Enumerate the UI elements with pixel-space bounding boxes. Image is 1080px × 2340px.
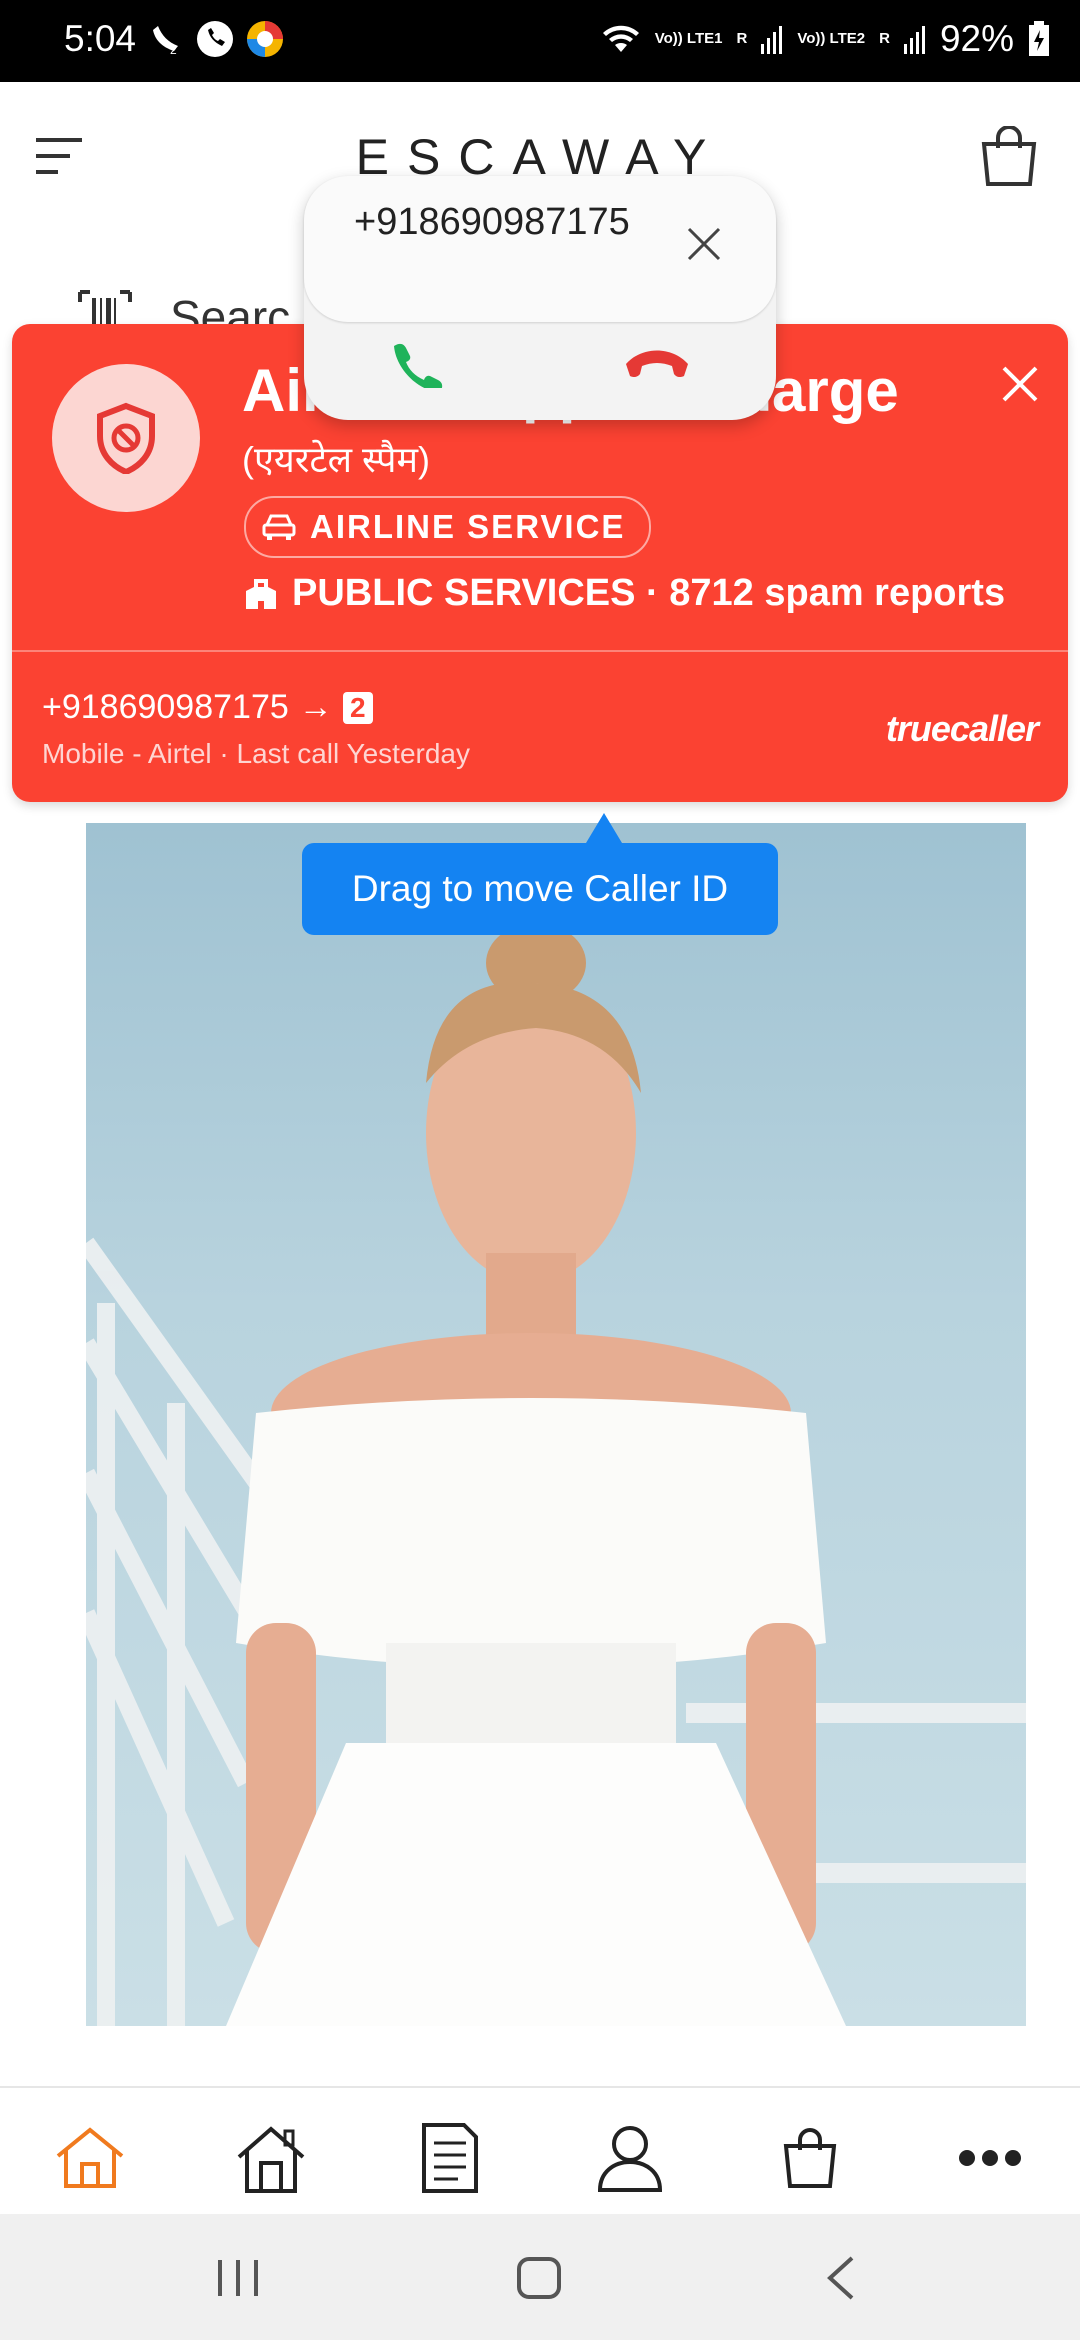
phone-decline-icon <box>626 350 688 378</box>
caller-category: PUBLIC SERVICES · 8712 spam reports <box>244 572 1005 615</box>
spam-shield-icon <box>97 402 155 474</box>
recent-apps-icon[interactable] <box>216 2258 260 2303</box>
system-nav-bar <box>0 2214 1080 2340</box>
battery-charging-icon <box>1029 21 1049 56</box>
document-icon[interactable] <box>410 2118 490 2198</box>
roaming-2: R <box>879 30 890 47</box>
caller-number-row: +918690987175 → 2 <box>42 688 373 727</box>
signal-1-icon <box>761 26 783 54</box>
spam-avatar <box>52 364 200 512</box>
battery-percent: 92% <box>939 18 1014 59</box>
notification-icons: 2 <box>150 20 284 58</box>
roaming-1: R <box>736 30 748 47</box>
user-icon[interactable] <box>590 2118 670 2198</box>
divider <box>12 650 1068 652</box>
caller-subtitle: (एयरटेल स्पैम) <box>242 439 431 480</box>
accept-call-button[interactable] <box>386 338 452 393</box>
bottom-nav <box>0 2086 1080 2216</box>
service-tag: AIRLINE SERVICE <box>244 496 652 558</box>
incoming-number: +918690987175 <box>354 201 630 243</box>
caller-meta: Mobile - Airtel · Last call Yesterday <box>42 738 470 769</box>
arrow-right-icon: → <box>298 688 333 726</box>
sim1-label: Vo)) LTE1 <box>654 30 723 47</box>
tooltip-arrow <box>586 813 622 843</box>
browser-app-icon <box>247 21 283 57</box>
phone-accept-icon <box>394 343 443 392</box>
home-button-icon[interactable] <box>516 2256 562 2305</box>
sim2-indicator: Vo)) LTE2 <box>797 31 865 47</box>
more-icon[interactable] <box>950 2118 1030 2198</box>
service-tag-label: AIRLINE SERVICE <box>310 508 626 545</box>
signal-2-icon <box>903 26 925 54</box>
wifi-icon <box>602 25 639 52</box>
sim2-label: Vo)) LTE2 <box>797 30 866 47</box>
phone-app-icon <box>197 21 233 57</box>
product-image[interactable] <box>86 823 1026 2026</box>
decline-call-button[interactable] <box>622 344 692 385</box>
cart-icon[interactable] <box>980 125 1038 191</box>
home-active-icon[interactable] <box>50 2118 130 2198</box>
house-icon[interactable] <box>231 2118 311 2198</box>
truecaller-logo: truecaller <box>885 708 1039 749</box>
tooltip-text: Drag to move Caller ID <box>351 868 729 909</box>
sim1-indicator: Vo)) LTE1 <box>655 31 723 47</box>
product-photo <box>86 923 1026 2026</box>
building-icon <box>246 578 276 609</box>
incoming-call-popup[interactable]: +918690987175 <box>304 176 776 420</box>
sim-slot-badge: 2 <box>342 691 373 724</box>
caller-number: +918690987175 <box>42 688 289 726</box>
wifi-call-icon: 2 <box>153 26 178 56</box>
dismiss-call-icon[interactable] <box>686 226 722 267</box>
car-icon <box>262 514 296 540</box>
bag-icon[interactable] <box>770 2118 850 2198</box>
status-time: 5:04 <box>64 18 137 59</box>
status-right: Vo)) LTE1 R Vo)) LTE2 R 92% <box>601 18 1050 60</box>
close-icon[interactable] <box>1000 364 1040 409</box>
back-icon[interactable] <box>826 2256 856 2305</box>
drag-tooltip: Drag to move Caller ID <box>302 843 778 935</box>
category-label: PUBLIC SERVICES · 8712 spam reports <box>292 572 1006 614</box>
status-bar: 5:04 2 Vo)) LTE1 R Vo)) LTE2 R 92% <box>0 0 1080 82</box>
svg-text:2: 2 <box>170 43 177 56</box>
